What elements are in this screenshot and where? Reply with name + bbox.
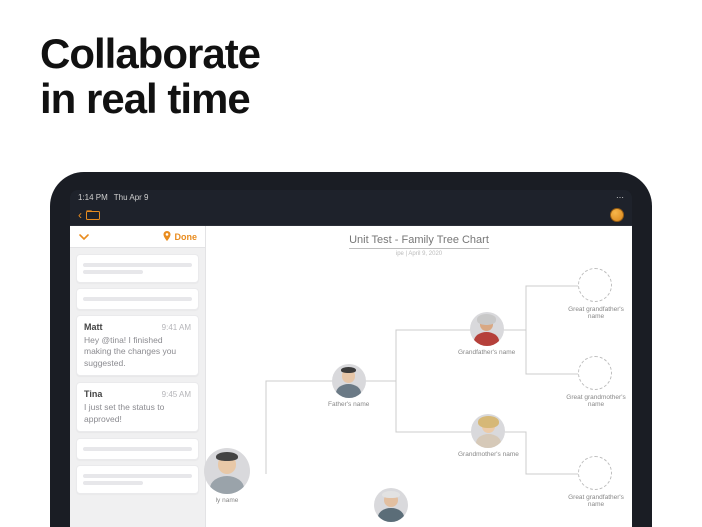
- tree-node-label: Grandfather's name: [458, 349, 515, 356]
- tree-node-label: Great grandmother's name: [561, 394, 631, 408]
- app-toolbar: ‹: [70, 204, 632, 226]
- folder-icon[interactable]: [86, 210, 100, 220]
- avatar: [470, 312, 504, 346]
- comments-panel: Done Matt 9:41 AM: [70, 226, 206, 527]
- comment-time: 9:45 AM: [162, 390, 191, 399]
- hero-line2: in real time: [40, 77, 260, 122]
- comment-item[interactable]: Tina 9:45 AM I just set the status to ap…: [76, 382, 199, 432]
- comment-time: 9:41 AM: [162, 323, 191, 332]
- hero-title: Collaborate in real time: [40, 32, 260, 122]
- tree-node-label: Grandmother's name: [458, 451, 519, 458]
- comment-author: Tina: [84, 389, 102, 399]
- tree-node-label: Father's name: [328, 401, 369, 408]
- status-bar: 1:14 PM Thu Apr 9 ⋯: [70, 190, 632, 204]
- hero-line1: Collaborate: [40, 32, 260, 77]
- collapse-chevron-icon[interactable]: [78, 232, 90, 242]
- pin-icon[interactable]: [163, 231, 171, 243]
- comment-placeholder: [76, 288, 199, 310]
- tree-node-placeholder[interactable]: [578, 268, 612, 302]
- comment-item[interactable]: Matt 9:41 AM Hey @tina! I finished makin…: [76, 315, 199, 376]
- tree-node-label: Great grandfather's name: [561, 306, 631, 320]
- comment-body: I just set the status to approved!: [84, 402, 191, 425]
- avatar: [204, 448, 250, 494]
- avatar: [471, 414, 505, 448]
- back-chevron-icon[interactable]: ‹: [78, 209, 82, 221]
- document-area: Done Matt 9:41 AM: [70, 226, 632, 527]
- tree-node-me[interactable]: ly name: [204, 448, 250, 504]
- comment-placeholder: [76, 438, 199, 460]
- tree-node-grandfather[interactable]: Grandfather's name: [458, 312, 515, 356]
- tree-node-extra[interactable]: [374, 488, 408, 522]
- tablet-frame: 1:14 PM Thu Apr 9 ⋯ ‹: [50, 172, 652, 527]
- tree-node-grandmother[interactable]: Grandmother's name: [458, 414, 519, 458]
- comment-placeholder: [76, 465, 199, 494]
- comment-author: Matt: [84, 322, 103, 332]
- avatar: [374, 488, 408, 522]
- tree-node-placeholder[interactable]: [578, 356, 612, 390]
- status-date: Thu Apr 9: [114, 193, 149, 202]
- done-button[interactable]: Done: [175, 232, 198, 242]
- tree-connectors: [206, 226, 632, 527]
- status-time: 1:14 PM: [78, 193, 108, 202]
- status-right-icons: ⋯: [616, 193, 624, 202]
- comment-body: Hey @tina! I finished making the changes…: [84, 335, 191, 369]
- comments-panel-header: Done: [70, 226, 205, 248]
- comment-placeholder: [76, 254, 199, 283]
- tree-node-placeholder[interactable]: [578, 456, 612, 490]
- tablet-screen: 1:14 PM Thu Apr 9 ⋯ ‹: [70, 190, 632, 527]
- tree-node-label: ly name: [216, 497, 239, 504]
- canvas[interactable]: Unit Test - Family Tree Chart ipe | Apri…: [206, 226, 632, 527]
- avatar: [332, 364, 366, 398]
- user-avatar-icon[interactable]: [610, 208, 624, 222]
- tree-node-father[interactable]: Father's name: [328, 364, 369, 408]
- tree-node-label: Great grandfather's name: [561, 494, 631, 508]
- comments-list[interactable]: Matt 9:41 AM Hey @tina! I finished makin…: [70, 248, 205, 527]
